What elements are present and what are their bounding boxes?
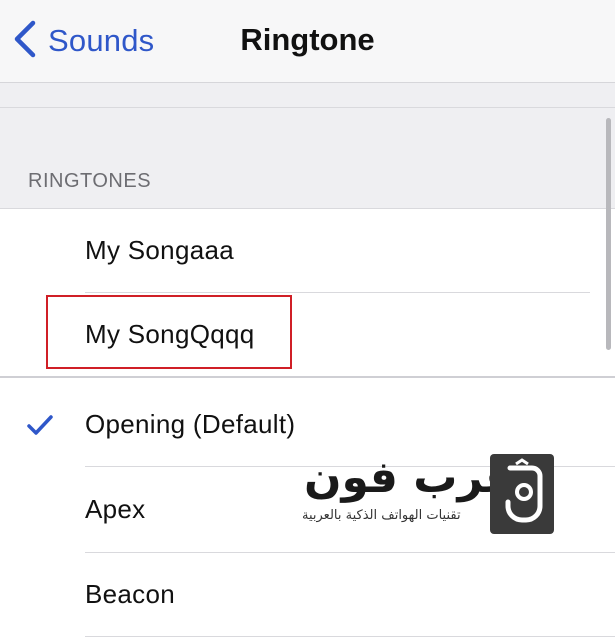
scrollbar[interactable] [606,118,611,350]
ringtone-label: Beacon [85,579,175,609]
divider [0,376,615,378]
ringtone-row-beacon[interactable]: Beacon [0,553,615,637]
ringtone-label: Apex [85,494,146,524]
ringtone-row-my-songaaa[interactable]: My Songaaa [0,209,615,293]
watermark-logo-icon [490,454,554,534]
watermark: عرب فون تقنيات الهواتف الذكية بالعربية [302,452,556,538]
ringtone-label: My Songaaa [85,235,234,265]
section-header-ringtones: RINGTONES [28,170,152,192]
checkmark-icon [26,413,54,437]
divider [0,107,615,108]
ringtone-label: Opening (Default) [85,409,296,439]
navigation-bar: Sounds Ringtone [0,0,615,83]
watermark-tagline: تقنيات الهواتف الذكية بالعربية [302,508,461,523]
highlight-box [46,295,292,369]
page-title: Ringtone [0,22,615,58]
page-title-text: Ringtone [240,22,375,57]
divider [85,636,615,637]
watermark-name: عرب فون [304,452,515,503]
